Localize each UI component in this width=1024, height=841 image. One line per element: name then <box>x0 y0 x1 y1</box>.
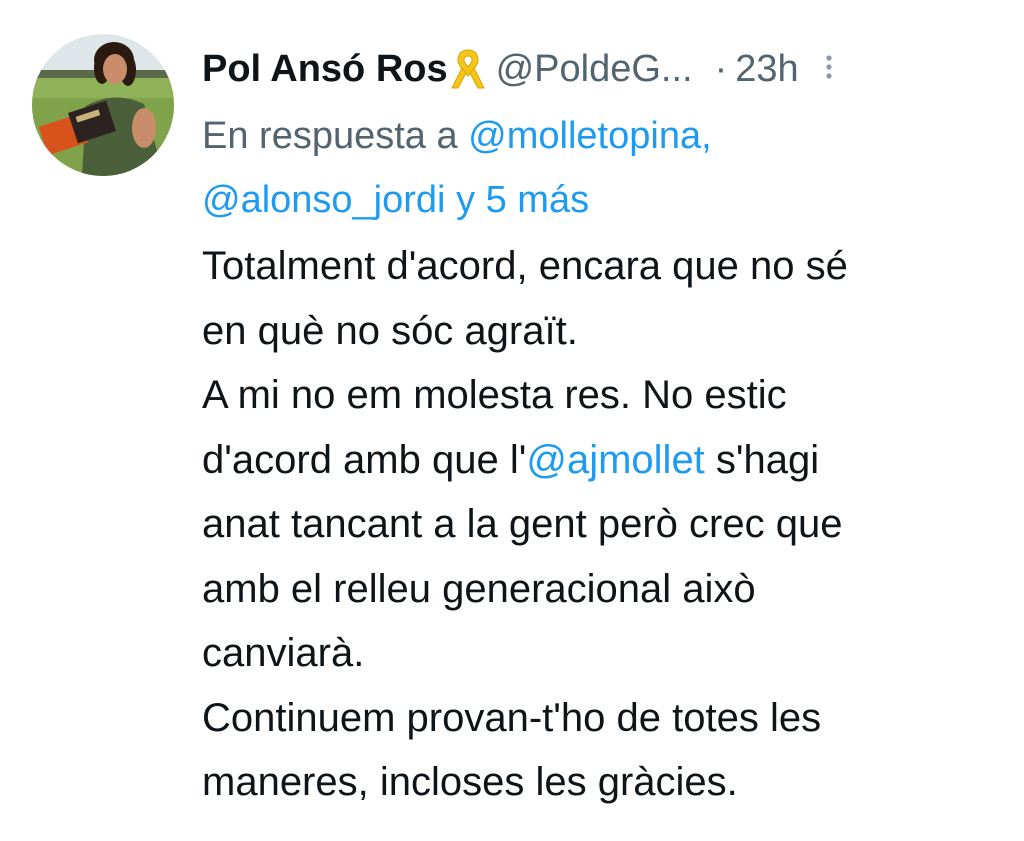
tweet-text-line: A mi no em molesta res. No estic <box>202 373 787 417</box>
reply-mention-alonso-jordi[interactable]: @alonso_jordi <box>202 179 446 221</box>
tweet-text-segment: d'acord amb que l' <box>202 437 527 482</box>
tweet-text-line: anat tancant a la gent però crec que <box>202 502 843 546</box>
tweet-text-line: en què no sóc agraït. <box>202 308 578 353</box>
reply-mention-molletopina[interactable]: @molletopina, <box>468 115 711 157</box>
author-name[interactable]: Pol Ansó Ros <box>202 48 448 91</box>
tweet-text-line: canviarà. <box>202 631 365 675</box>
yellow-ribbon-icon <box>450 46 486 92</box>
tweet-text-line: Totalment d'acord, encara que no sé <box>202 244 848 288</box>
timestamp[interactable]: 23h <box>735 48 798 91</box>
tweet-text-line: Continuem provan-t'ho de totes les <box>202 695 822 740</box>
tweet-header: Pol Ansó Ros @PoldeG... · 23h <box>202 38 1014 100</box>
mention-ajmollet[interactable]: @ajmollet <box>526 438 704 482</box>
tweet-text-line: d'acord amb que l'@ajmollet s'hagi <box>202 428 1014 493</box>
author-handle[interactable]: @PoldeG... <box>496 48 693 91</box>
reply-more-mentions[interactable]: y 5 más <box>456 179 589 221</box>
tweet-text-segment: s'hagi <box>704 437 820 482</box>
tweet-text-line: amb el relleu generacional això <box>202 566 756 611</box>
more-options-icon[interactable] <box>825 52 833 86</box>
separator-dot: · <box>714 47 728 90</box>
avatar[interactable] <box>32 34 174 176</box>
reply-prefix: En respuesta a <box>202 115 458 157</box>
tweet-text-line: maneres, incloses les gràcies. <box>202 760 738 804</box>
tweet-content: Pol Ansó Ros @PoldeG... · 23h En respues… <box>202 38 1014 815</box>
reply-context: En respuesta a @molletopina, @alonso_jor… <box>202 104 1014 232</box>
tweet-text: Totalment d'acord, encara que no sé en q… <box>202 234 1014 815</box>
tweet[interactable]: Pol Ansó Ros @PoldeG... · 23h En respues… <box>0 0 1024 841</box>
